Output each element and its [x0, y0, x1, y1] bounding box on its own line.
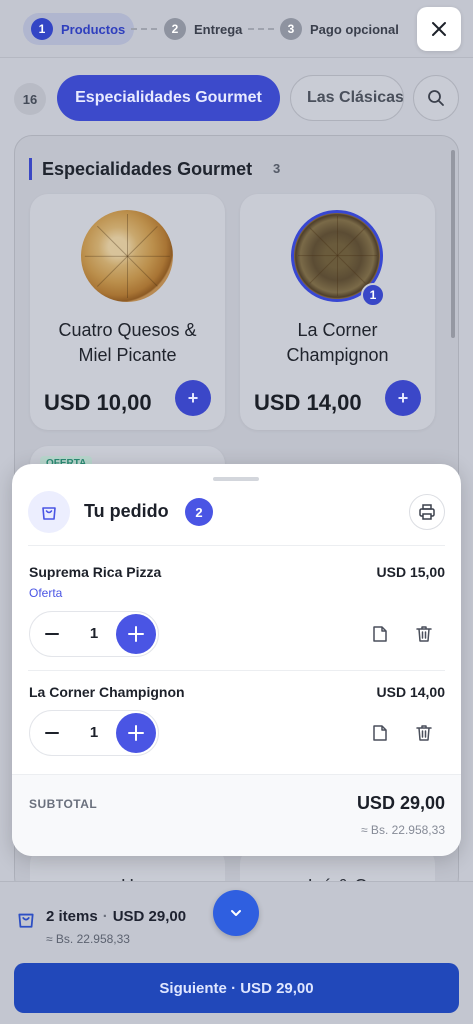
- step-label: Pago opcional: [310, 21, 399, 37]
- decrease-button[interactable]: [32, 713, 72, 753]
- minus-icon: [45, 633, 59, 635]
- quantity-value: 1: [89, 724, 99, 741]
- scrollbar[interactable]: [451, 150, 455, 338]
- step-pago[interactable]: 3 Pago opcional: [280, 13, 399, 45]
- divider: [28, 670, 445, 671]
- tab-las-clasicas[interactable]: Las Clásicas: [290, 75, 404, 121]
- step-number: 1: [31, 18, 53, 40]
- product-price: USD 14,00: [254, 390, 362, 415]
- section-title: Especialidades Gourmet: [29, 158, 252, 180]
- bottom-bar: 2 items · USD 29,00 ≈ Bs. 22.958,33 Siguie…: [0, 881, 473, 1024]
- plus-icon: [128, 725, 144, 741]
- cart-icon-container: [28, 491, 70, 533]
- step-connector: [248, 28, 274, 30]
- step-productos[interactable]: 1 Productos: [23, 13, 135, 45]
- increase-button[interactable]: [116, 713, 156, 753]
- note-button[interactable]: [366, 719, 394, 747]
- cart-summary[interactable]: 2 items · USD 29,00: [46, 908, 186, 925]
- quantity-value: 1: [89, 625, 99, 642]
- plus-icon: +: [187, 387, 199, 408]
- tab-especialidades-gourmet[interactable]: Especialidades Gourmet: [57, 75, 280, 121]
- note-button[interactable]: [366, 620, 394, 648]
- trash-icon: [416, 626, 432, 642]
- product-name: Cuatro Quesos & Miel Picante: [58, 320, 197, 365]
- step-connector: [131, 28, 157, 30]
- decrease-button[interactable]: [32, 614, 72, 654]
- step-number: 3: [280, 18, 302, 40]
- search-icon: [428, 90, 444, 106]
- close-icon: [432, 22, 446, 36]
- sheet-drag-handle[interactable]: [213, 477, 259, 481]
- category-count-badge: 16: [14, 83, 46, 115]
- order-count-badge: 2: [185, 498, 213, 526]
- product-price: USD 10,00: [44, 390, 152, 415]
- collapse-order-button[interactable]: [213, 890, 259, 936]
- next-button[interactable]: Siguiente · USD 29,00: [14, 963, 459, 1013]
- plus-icon: [128, 626, 144, 642]
- product-name: La Corner Champignon: [286, 320, 389, 365]
- delete-button[interactable]: [410, 620, 438, 648]
- chevron-down-icon: [231, 910, 241, 916]
- close-button[interactable]: [417, 7, 461, 51]
- cart-total-converted: ≈ Bs. 22.958,33: [46, 932, 130, 946]
- order-sheet: Tu pedido 2 Suprema Rica Pizza USD 15,00…: [12, 464, 461, 856]
- in-cart-quantity-badge: 1: [361, 283, 385, 307]
- section-count: 3: [273, 161, 281, 176]
- order-item-name: La Corner Champignon: [29, 684, 185, 700]
- trash-icon: [416, 725, 432, 741]
- order-item-price: USD 14,00: [376, 684, 445, 700]
- step-label: Productos: [61, 21, 126, 37]
- divider: [28, 545, 445, 546]
- printer-icon: [419, 504, 435, 520]
- subtotal-converted: ≈ Bs. 22.958,33: [361, 823, 445, 837]
- quantity-stepper: 1: [29, 611, 159, 657]
- order-item-tag: Oferta: [29, 586, 63, 600]
- minus-icon: [45, 732, 59, 734]
- note-icon: [373, 725, 387, 741]
- increase-button[interactable]: [116, 614, 156, 654]
- step-number: 2: [164, 18, 186, 40]
- cart-total: USD 29,00: [112, 908, 187, 925]
- plus-icon: +: [397, 387, 409, 408]
- order-item-name: Suprema Rica Pizza: [29, 564, 162, 580]
- print-button[interactable]: [409, 494, 445, 530]
- separator: ·: [102, 908, 108, 925]
- shopping-bag-icon: [42, 507, 56, 520]
- checkout-stepper: 1 Productos 2 Entrega 3 Pago opcional: [0, 0, 473, 58]
- delete-button[interactable]: [410, 719, 438, 747]
- note-icon: [373, 626, 387, 642]
- add-to-cart-button[interactable]: +: [175, 380, 211, 416]
- subtotal-label: SUBTOTAL: [29, 797, 98, 811]
- search-button[interactable]: [413, 75, 459, 121]
- subtotal-value: USD 29,00: [356, 793, 445, 813]
- product-card[interactable]: 1 La Corner Champignon USD 14,00 +: [240, 194, 435, 430]
- cart-items-count: 2 items: [46, 908, 98, 925]
- add-to-cart-button[interactable]: +: [385, 380, 421, 416]
- step-entrega[interactable]: 2 Entrega: [164, 13, 242, 45]
- product-image: [81, 210, 173, 302]
- shopping-bag-icon: [18, 913, 34, 928]
- order-subtotal-section: SUBTOTAL USD 29,00 ≈ Bs. 22.958,33: [12, 774, 461, 856]
- product-card[interactable]: Cuatro Quesos & Miel Picante USD 10,00 +: [30, 194, 225, 430]
- step-label: Entrega: [194, 21, 243, 37]
- order-title: Tu pedido: [84, 501, 169, 521]
- quantity-stepper: 1: [29, 710, 159, 756]
- order-item-price: USD 15,00: [376, 564, 445, 580]
